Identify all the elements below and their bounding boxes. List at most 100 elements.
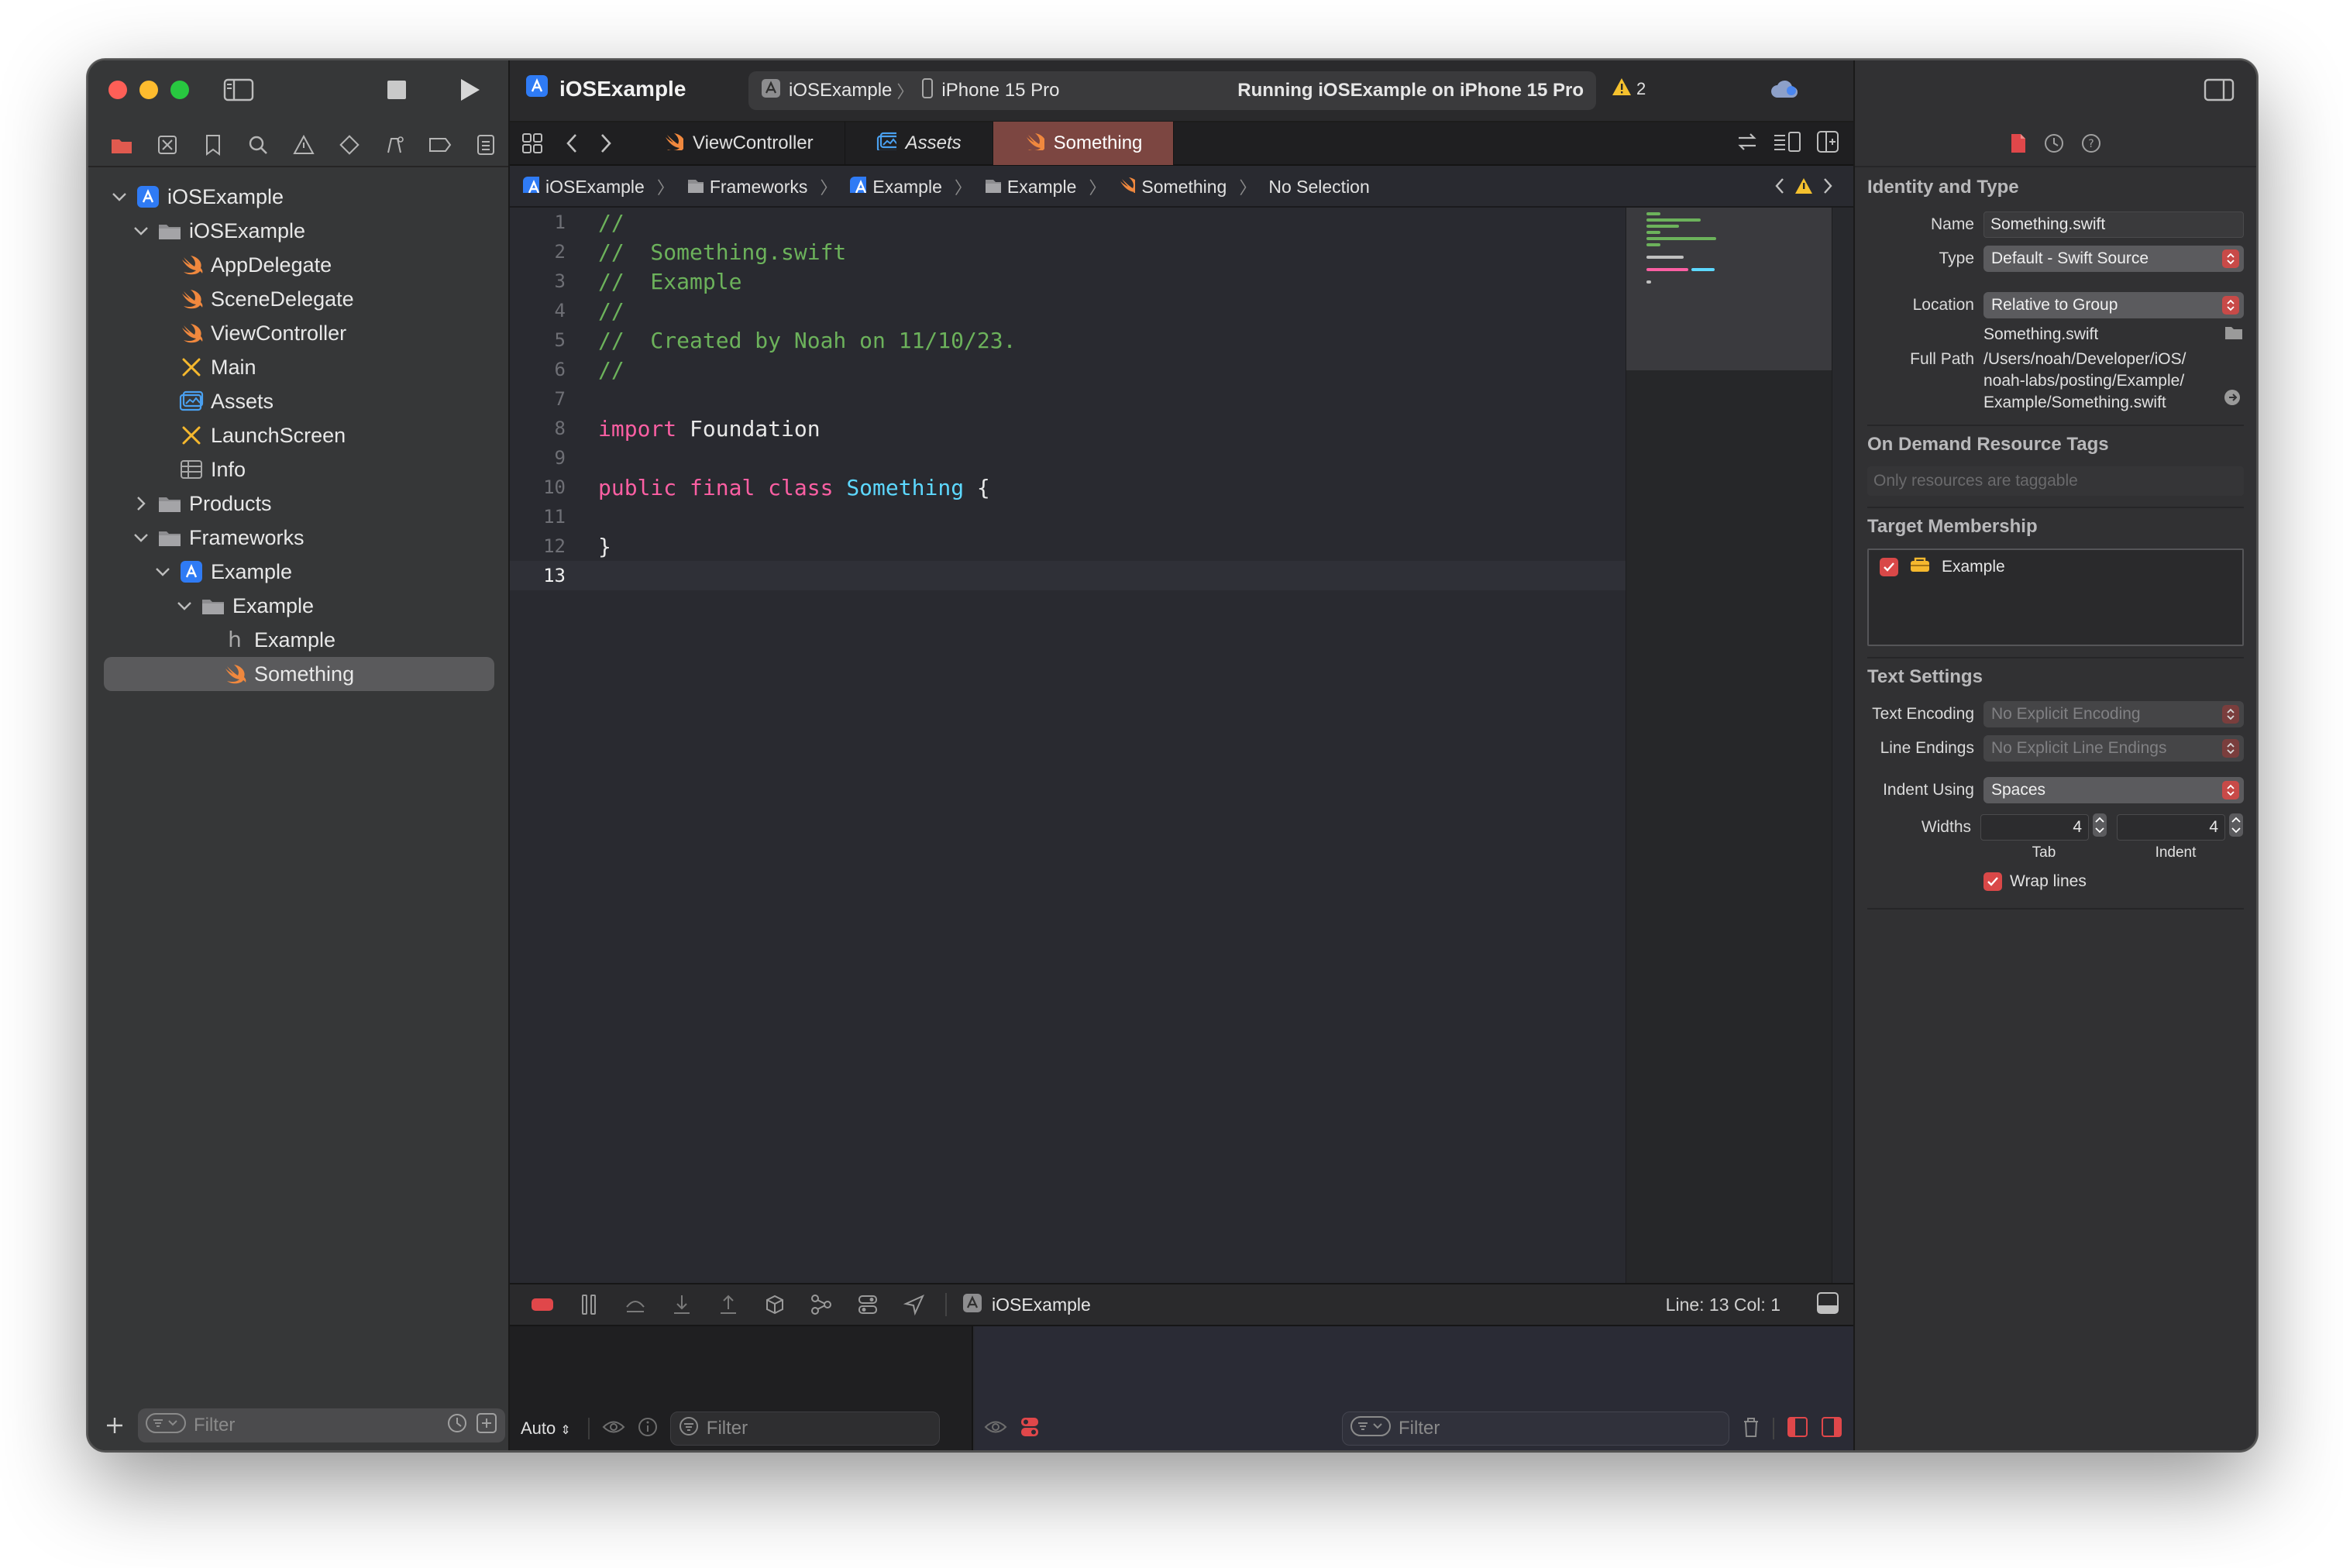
breadcrumb-item[interactable]: Example — [849, 176, 942, 198]
tree-item[interactable]: ViewController — [88, 316, 508, 350]
tab-something[interactable]: Something — [993, 122, 1175, 165]
swap-editor-icon[interactable] — [1736, 131, 1759, 156]
disclosure-expanded-icon[interactable] — [130, 527, 152, 548]
pause-icon[interactable] — [573, 1289, 604, 1320]
indent-using-popup[interactable]: Spaces — [1983, 777, 2244, 803]
test-navigator-icon[interactable] — [326, 126, 372, 163]
code-line[interactable]: 12} — [510, 531, 1626, 561]
show-variables-icon[interactable] — [1787, 1416, 1808, 1442]
code-line[interactable]: 3 // Example — [510, 266, 1626, 296]
tree-item[interactable]: Example — [88, 555, 508, 589]
quick-look-icon[interactable] — [602, 1418, 625, 1439]
toggle-inspector-icon[interactable] — [2204, 77, 2235, 106]
tree-item[interactable]: Info — [88, 452, 508, 487]
zoom-window-button[interactable] — [170, 81, 189, 99]
tree-item[interactable]: Assets — [88, 384, 508, 418]
code-line[interactable]: 13 — [510, 561, 1626, 590]
resource-tags-field[interactable]: Only resources are taggable — [1867, 466, 2244, 496]
recent-files-icon[interactable] — [446, 1412, 468, 1439]
editor-options-icon[interactable] — [1773, 131, 1802, 156]
tree-item[interactable]: Products — [88, 487, 508, 521]
scheme-selector[interactable]: iOSExample — [789, 80, 892, 101]
tab-assets[interactable]: Assets — [845, 122, 993, 165]
file-type-popup[interactable]: Default - Swift Source — [1983, 246, 2244, 272]
code-line[interactable]: 4 // — [510, 296, 1626, 325]
hide-debug-area-icon[interactable] — [527, 1289, 558, 1320]
minimap[interactable] — [1626, 208, 1832, 1283]
destination-selector[interactable]: iPhone 15 Pro — [941, 80, 1059, 101]
console-quick-look-icon[interactable] — [984, 1418, 1007, 1439]
tree-item[interactable]: Main — [88, 350, 508, 384]
minimize-window-button[interactable] — [139, 81, 158, 99]
location-popup[interactable]: Relative to Group — [1983, 292, 2244, 318]
environment-overrides-icon[interactable] — [852, 1289, 883, 1320]
code-line[interactable]: 5 // Created by Noah on 11/10/23. — [510, 325, 1626, 355]
source-editor[interactable]: 1 // 2 // Something.swift 3 // Example 4 // 5 // … — [510, 208, 1626, 1283]
tab-viewcontroller[interactable]: ViewController — [632, 122, 845, 165]
code-line[interactable]: 8 import Foundation — [510, 414, 1626, 443]
toggle-debug-area-icon[interactable] — [1816, 1291, 1839, 1319]
breakpoint-navigator-icon[interactable] — [418, 126, 463, 163]
tree-item[interactable]: h Example — [88, 623, 508, 657]
breadcrumb-item[interactable]: Something — [1118, 176, 1227, 198]
variables-view[interactable]: Auto ⇕ Filter — [510, 1326, 973, 1450]
reveal-in-finder-icon[interactable] — [2224, 389, 2241, 412]
target-checkbox[interactable] — [1880, 558, 1898, 576]
breadcrumb-item[interactable]: iOSExample — [522, 176, 645, 198]
step-over-icon[interactable] — [620, 1289, 651, 1320]
memory-graph-icon[interactable] — [806, 1289, 837, 1320]
history-inspector-icon[interactable] — [2043, 132, 2065, 158]
source-control-navigator-icon[interactable] — [145, 126, 191, 163]
project-title[interactable]: iOSExample — [525, 74, 686, 103]
variables-scope-selector[interactable]: Auto ⇕ — [521, 1418, 571, 1439]
wrap-lines-checkbox[interactable] — [1983, 872, 2002, 891]
tab-width-field[interactable]: 4 — [1980, 814, 2089, 841]
code-line[interactable]: 2 // Something.swift — [510, 237, 1626, 266]
bookmark-navigator-icon[interactable] — [190, 126, 236, 163]
choose-folder-icon[interactable] — [2224, 324, 2244, 346]
step-out-icon[interactable] — [713, 1289, 744, 1320]
tree-item[interactable]: iOSExample — [88, 214, 508, 248]
jumpbar-warning-icon[interactable] — [1794, 177, 1813, 198]
disclosure-expanded-icon[interactable] — [174, 595, 195, 617]
tab-width-stepper-icon[interactable] — [2092, 813, 2107, 842]
indent-width-stepper-icon[interactable] — [2228, 813, 2244, 842]
step-into-icon[interactable] — [666, 1289, 697, 1320]
run-button[interactable] — [452, 74, 487, 105]
navigator-filter-field[interactable]: Filter — [138, 1408, 505, 1442]
tree-item[interactable]: Frameworks — [88, 521, 508, 555]
file-name-field[interactable]: Something.swift — [1983, 211, 2244, 238]
console-output[interactable]: Filter — [975, 1326, 1853, 1450]
simulate-location-icon[interactable] — [899, 1289, 930, 1320]
related-items-icon[interactable] — [510, 122, 555, 165]
tree-item[interactable]: iOSExample — [88, 180, 508, 214]
find-navigator-icon[interactable] — [236, 126, 281, 163]
text-encoding-popup[interactable]: No Explicit Encoding — [1983, 701, 2244, 727]
disclosure-collapsed-icon[interactable] — [130, 493, 152, 514]
back-arrow-icon[interactable] — [555, 122, 589, 165]
file-inspector-icon[interactable] — [2009, 132, 2028, 158]
disclosure-expanded-icon[interactable] — [108, 186, 130, 208]
previous-issue-icon[interactable] — [1774, 177, 1785, 199]
tree-item-selected[interactable]: Something — [104, 657, 494, 691]
tree-item[interactable]: LaunchScreen — [88, 418, 508, 452]
line-endings-popup[interactable]: No Explicit Line Endings — [1983, 735, 2244, 762]
disclosure-expanded-icon[interactable] — [152, 561, 174, 583]
stop-button[interactable] — [380, 74, 414, 105]
cloud-sync-icon[interactable] — [1770, 79, 1801, 106]
source-control-filter-icon[interactable] — [476, 1412, 497, 1439]
warning-indicator[interactable]: 2 — [1612, 77, 1646, 101]
tree-item[interactable]: Example — [88, 589, 508, 623]
variables-filter-field[interactable]: Filter — [669, 1412, 940, 1446]
code-line[interactable]: 9 — [510, 443, 1626, 473]
code-line[interactable]: 6 // — [510, 355, 1626, 384]
close-window-button[interactable] — [108, 81, 127, 99]
code-line[interactable]: 10 public final class Something { — [510, 473, 1626, 502]
split-editor-icon[interactable] — [1816, 130, 1839, 157]
show-console-icon[interactable] — [1821, 1416, 1842, 1442]
info-icon[interactable] — [638, 1417, 658, 1441]
filter-options-icon[interactable] — [146, 1412, 186, 1439]
issue-navigator-icon[interactable] — [281, 126, 327, 163]
breadcrumb-item[interactable]: No Selection — [1268, 177, 1369, 198]
tree-item[interactable]: AppDelegate — [88, 248, 508, 282]
